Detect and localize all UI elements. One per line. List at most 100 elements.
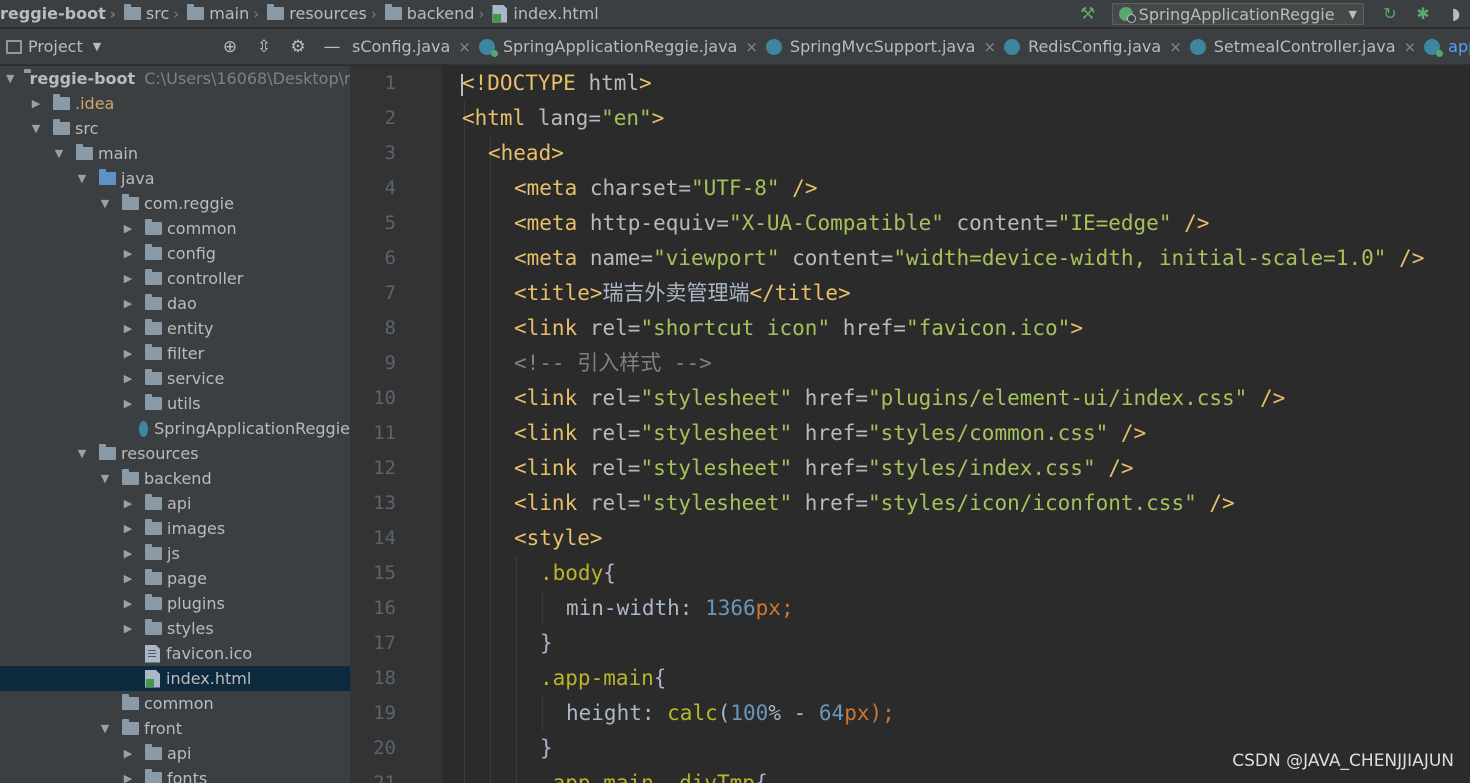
- close-icon[interactable]: ×: [745, 38, 758, 56]
- collapse-right-icon[interactable]: ▶: [121, 347, 135, 360]
- collapse-right-icon[interactable]: ▶: [121, 622, 135, 635]
- tree-item[interactable]: ▶ page: [0, 566, 350, 591]
- tree-item[interactable]: ▼ com.reggie: [0, 191, 350, 216]
- debug-bug-icon[interactable]: ✱: [1413, 4, 1433, 24]
- tree-item[interactable]: ▼ java: [0, 166, 350, 191]
- expand-down-icon[interactable]: ▼: [98, 472, 112, 485]
- close-icon[interactable]: ×: [1404, 38, 1417, 56]
- collapse-right-icon[interactable]: ▶: [121, 522, 135, 535]
- collapse-right-icon[interactable]: ▶: [121, 272, 135, 285]
- code-token: href=: [792, 456, 869, 480]
- gear-icon[interactable]: ⚙: [288, 37, 308, 57]
- code-line-5: <meta http-equiv="X-UA-Compatible" conte…: [514, 206, 1209, 241]
- collapse-all-icon[interactable]: ⇳: [254, 37, 274, 57]
- code-editor[interactable]: <!DOCTYPE html> <html lang="en"> <head> …: [442, 66, 1470, 783]
- collapse-right-icon[interactable]: ▶: [121, 247, 135, 260]
- tree-item[interactable]: ▼ main: [0, 141, 350, 166]
- code-token: >: [651, 106, 665, 130]
- collapse-right-icon[interactable]: ▶: [121, 572, 135, 585]
- dropdown-arrow-icon: ▼: [1348, 7, 1357, 21]
- expand-down-icon[interactable]: ▼: [52, 147, 66, 160]
- collapse-right-icon[interactable]: ▶: [121, 772, 135, 783]
- code-token: 1366: [705, 596, 756, 620]
- tree-item[interactable]: ▼ front: [0, 716, 350, 741]
- tree-item[interactable]: ▶ utils: [0, 391, 350, 416]
- expand-down-icon[interactable]: ▼: [29, 122, 43, 135]
- close-icon[interactable]: ×: [1169, 38, 1182, 56]
- tree-item[interactable]: ▼ src: [0, 116, 350, 141]
- expand-down-icon[interactable]: ▼: [6, 72, 14, 85]
- tree-item[interactable]: ▶ config: [0, 241, 350, 266]
- coverage-shield-icon[interactable]: ◗: [1446, 4, 1466, 24]
- indent-guide: [516, 556, 517, 783]
- collapse-right-icon[interactable]: ▶: [121, 222, 135, 235]
- breadcrumb-project[interactable]: reggie-boot ›: [0, 4, 124, 23]
- code-line-17: }: [540, 626, 553, 661]
- run-configuration-selector[interactable]: SpringApplicationReggie ▼: [1111, 3, 1364, 25]
- expand-down-icon[interactable]: ▼: [75, 447, 89, 460]
- tree-item-label: fonts: [167, 769, 208, 783]
- collapse-right-icon[interactable]: ▶: [121, 297, 135, 310]
- code-line-2: <html lang="en">: [462, 101, 664, 136]
- tree-item[interactable]: ▶ api: [0, 741, 350, 766]
- collapse-right-icon[interactable]: ▶: [121, 322, 135, 335]
- code-token: />: [1196, 491, 1235, 515]
- dropdown-arrow-icon[interactable]: ▼: [93, 40, 101, 53]
- breadcrumb-resources[interactable]: resources ›: [267, 4, 385, 23]
- expand-down-icon[interactable]: ▼: [98, 197, 112, 210]
- locate-target-icon[interactable]: ⊕: [220, 37, 240, 57]
- tab-label: SpringApplicationReggie.java: [502, 37, 738, 56]
- tree-item[interactable]: ▶ service: [0, 366, 350, 391]
- tree-item[interactable]: ▶ fonts: [0, 766, 350, 783]
- editor-tab[interactable]: app: [1422, 29, 1470, 64]
- collapse-right-icon[interactable]: ▶: [29, 97, 43, 110]
- code-token: {: [603, 561, 616, 585]
- tree-item[interactable]: common: [0, 691, 350, 716]
- breadcrumb-src[interactable]: src ›: [123, 4, 187, 23]
- breadcrumb-backend[interactable]: backend ›: [384, 4, 493, 23]
- breadcrumb-main[interactable]: main ›: [187, 4, 267, 23]
- tree-item[interactable]: ▶ .idea: [0, 91, 350, 116]
- tree-item[interactable]: ▶ plugins: [0, 591, 350, 616]
- editor-tab[interactable]: SpringApplicationReggie.java ×: [477, 29, 764, 64]
- tree-item[interactable]: favicon.ico: [0, 641, 350, 666]
- close-icon[interactable]: ×: [458, 38, 471, 56]
- tree-item[interactable]: ▶ dao: [0, 291, 350, 316]
- tree-item[interactable]: ▶ filter: [0, 341, 350, 366]
- tree-item[interactable]: index.html: [0, 666, 350, 691]
- editor-tab[interactable]: sConfig.java ×: [350, 29, 477, 64]
- tree-item-label: front: [144, 719, 183, 738]
- breadcrumb-index-html[interactable]: index.html: [492, 4, 600, 23]
- code-token: "width=device-width, initial-scale=1.0": [893, 246, 1387, 270]
- build-hammer-icon[interactable]: ⚒: [1078, 4, 1098, 24]
- collapse-right-icon[interactable]: ▶: [121, 397, 135, 410]
- tree-item[interactable]: ▶ js: [0, 541, 350, 566]
- collapse-right-icon[interactable]: ▶: [121, 372, 135, 385]
- collapse-right-icon[interactable]: ▶: [121, 597, 135, 610]
- tree-item[interactable]: ▶ controller: [0, 266, 350, 291]
- collapse-right-icon[interactable]: ▶: [121, 497, 135, 510]
- editor-tab[interactable]: SetmealController.java ×: [1188, 29, 1422, 64]
- expand-down-icon[interactable]: ▼: [98, 722, 112, 735]
- tree-item[interactable]: ▶ common: [0, 216, 350, 241]
- close-icon[interactable]: ×: [983, 38, 996, 56]
- code-token: <html: [462, 106, 526, 130]
- tree-item[interactable]: ▶ images: [0, 516, 350, 541]
- editor-tab[interactable]: RedisConfig.java ×: [1002, 29, 1188, 64]
- expand-down-icon[interactable]: ▼: [75, 172, 89, 185]
- tree-item[interactable]: ▶ api: [0, 491, 350, 516]
- tree-item[interactable]: ▼ reggie-boot C:\Users\16068\Desktop\re: [0, 66, 350, 91]
- rerun-icon[interactable]: ↻: [1380, 4, 1400, 24]
- project-panel-title[interactable]: Project: [28, 37, 83, 56]
- tree-item[interactable]: ▶ entity: [0, 316, 350, 341]
- editor-tab[interactable]: SpringMvcSupport.java ×: [764, 29, 1002, 64]
- tree-item[interactable]: ▼ backend: [0, 466, 350, 491]
- code-line-7: <title>瑞吉外卖管理端</title>: [514, 276, 851, 311]
- tree-item[interactable]: ▼ resources: [0, 441, 350, 466]
- tree-item[interactable]: SpringApplicationReggie: [0, 416, 350, 441]
- hide-minus-icon[interactable]: —: [322, 37, 342, 57]
- code-token: lang=: [525, 106, 602, 130]
- collapse-right-icon[interactable]: ▶: [121, 547, 135, 560]
- tree-item[interactable]: ▶ styles: [0, 616, 350, 641]
- collapse-right-icon[interactable]: ▶: [121, 747, 135, 760]
